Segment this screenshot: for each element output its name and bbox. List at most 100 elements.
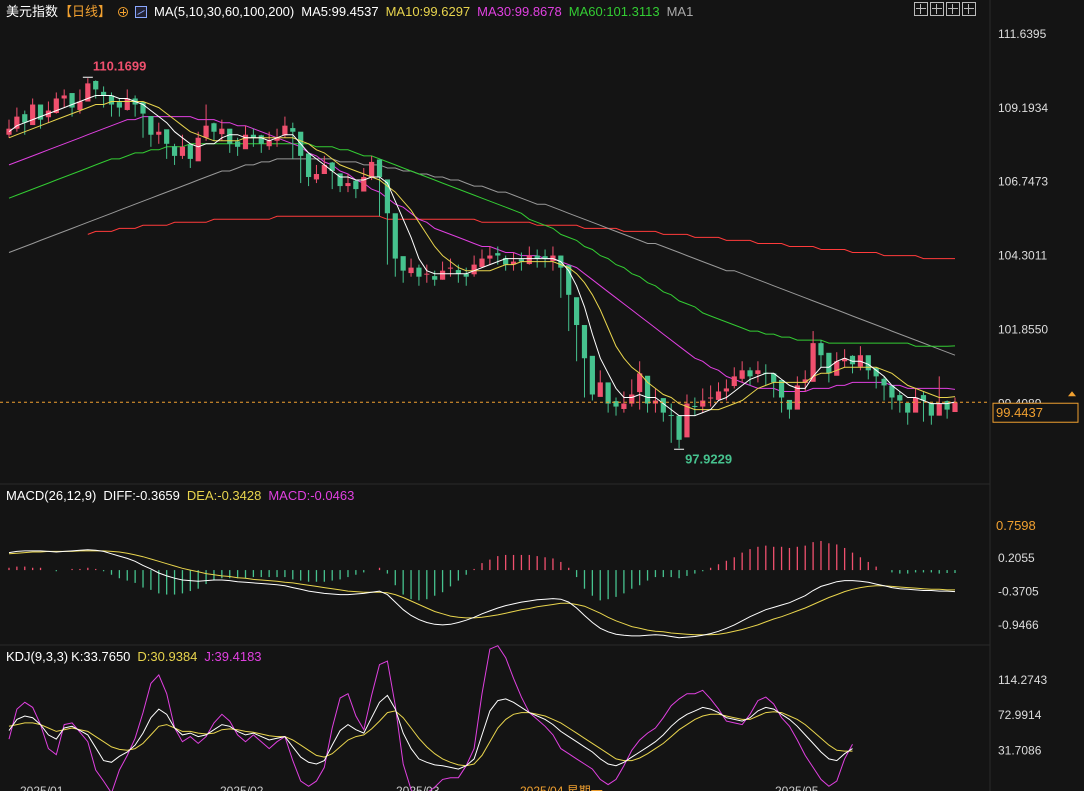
candle-body <box>928 402 934 416</box>
macd-header: MACD(26,12,9) DIFF:-0.3659 DEA:-0.3428 M… <box>6 488 354 504</box>
candle-body <box>408 267 414 274</box>
candle-body <box>235 141 241 147</box>
x-tick-label: 2025/05 <box>775 784 819 791</box>
y-tick-label: 109.1934 <box>998 101 1048 115</box>
candle-body <box>936 403 942 416</box>
candle-body <box>77 101 83 110</box>
candle-body <box>589 355 595 395</box>
current-price-label: 99.4437 <box>996 405 1043 420</box>
candle-body <box>897 395 903 401</box>
candle-body <box>439 270 446 280</box>
candle-body <box>195 137 201 162</box>
candle-body <box>290 128 296 132</box>
candle-body <box>495 253 501 256</box>
candle-body <box>715 391 722 400</box>
high-label: 110.1699 <box>93 58 147 73</box>
candle-body <box>881 378 887 386</box>
candle-body <box>700 400 706 407</box>
candle-body <box>905 402 911 413</box>
kdj-k-value: K:33.7650 <box>71 649 131 664</box>
low-label: 97.9229 <box>685 451 732 466</box>
kdj-k-line <box>8 694 853 770</box>
x-tick-label: 2025/02 <box>220 784 264 791</box>
candle-body <box>621 403 627 409</box>
kdj-y-tick-label: 72.9914 <box>998 708 1042 722</box>
candle-body <box>581 325 588 359</box>
kdj-params[interactable]: KDJ(9,3,3) <box>6 649 68 665</box>
candle-body <box>61 95 67 99</box>
candle-body <box>100 91 107 96</box>
candle-body <box>376 159 383 178</box>
kdj-d-value: D:30.9384 <box>137 649 198 664</box>
candle-body <box>708 397 714 399</box>
candle-body <box>108 95 115 105</box>
ma200-line <box>87 215 955 260</box>
candle-body <box>912 397 919 413</box>
candle-body <box>479 258 485 268</box>
kdj-j-value: J:39.4183 <box>204 649 262 664</box>
candle-body <box>211 123 217 132</box>
candle-body <box>282 125 288 136</box>
ma60-line <box>8 143 956 347</box>
candle-body <box>227 128 233 144</box>
candle-body <box>597 382 603 397</box>
candle-body <box>22 114 28 123</box>
macd-y-tick-label: -0.3705 <box>998 585 1039 599</box>
candle-body <box>952 402 958 413</box>
y-tick-label: 104.3011 <box>998 249 1047 263</box>
kdj-header: KDJ(9,3,3) D:30.9384 K:33.7650 J:39.4183 <box>6 649 262 665</box>
candle-body <box>455 270 461 274</box>
candle-body <box>258 135 264 144</box>
candle-body <box>826 352 832 374</box>
candle-body <box>637 373 643 393</box>
candle-body <box>148 116 154 135</box>
candle-body <box>676 415 682 440</box>
ma60-value: MA60:101.3113 <box>568 4 660 19</box>
crosshair-icon[interactable] <box>914 2 928 16</box>
chart-toolbar <box>914 2 976 16</box>
candle-body <box>447 267 454 269</box>
settings-icon[interactable] <box>962 2 976 16</box>
candle-body <box>432 276 438 280</box>
macd-y-tick-label: -0.9466 <box>998 618 1039 632</box>
kdj-y-tick-label: 31.7086 <box>998 744 1042 758</box>
ma-params[interactable]: MA(5,10,30,60,100,200) <box>154 4 294 20</box>
macd-params[interactable]: MACD(26,12,9) <box>6 488 96 504</box>
candle-body <box>400 256 406 271</box>
chart-canvas[interactable]: 111.6395 109.1934 106.7473 104.3011 101.8550… <box>0 0 1084 791</box>
candle-body <box>219 128 225 135</box>
macd-dea-value: DEA:-0.3428 <box>186 488 262 503</box>
candle-body <box>30 104 36 126</box>
candle-body <box>723 388 729 392</box>
candle-body <box>203 125 209 138</box>
macd-current-label: 0.7598 <box>996 518 1036 533</box>
ma-settings-icon[interactable] <box>135 6 148 18</box>
kdj-y-tick-label: 114.2743 <box>998 673 1047 687</box>
candle-body <box>164 129 170 144</box>
y-tick-label: 101.8550 <box>998 322 1048 336</box>
add-indicator-icon[interactable] <box>118 7 129 17</box>
candle-body <box>692 405 698 407</box>
candle-body <box>313 174 320 180</box>
candle-body <box>566 265 572 295</box>
candle-body <box>266 140 272 147</box>
main-header: 美元指数 【日线】 MA(5,10,30,60,100,200) MA5:99.… <box>6 4 693 20</box>
candle-body <box>116 102 122 108</box>
candle-body <box>487 255 493 259</box>
candle-body <box>834 361 840 376</box>
candle-body <box>6 128 12 135</box>
period-label[interactable]: 【日线】 <box>59 4 111 20</box>
candle-body <box>171 146 178 156</box>
candle-body <box>865 355 871 371</box>
symbol-name[interactable]: 美元指数 <box>6 4 58 20</box>
x-tick-label: 2025/03 <box>396 784 440 791</box>
zoom-in-icon[interactable] <box>930 2 944 16</box>
candle-body <box>668 415 674 417</box>
candle-body <box>345 183 351 187</box>
layout-icon[interactable] <box>946 2 960 16</box>
candle-body <box>416 267 422 277</box>
macd-macd-value: MACD:-0.0463 <box>268 488 355 503</box>
candle-body <box>369 161 375 178</box>
candle-body <box>187 144 193 159</box>
candle-body <box>156 131 162 135</box>
